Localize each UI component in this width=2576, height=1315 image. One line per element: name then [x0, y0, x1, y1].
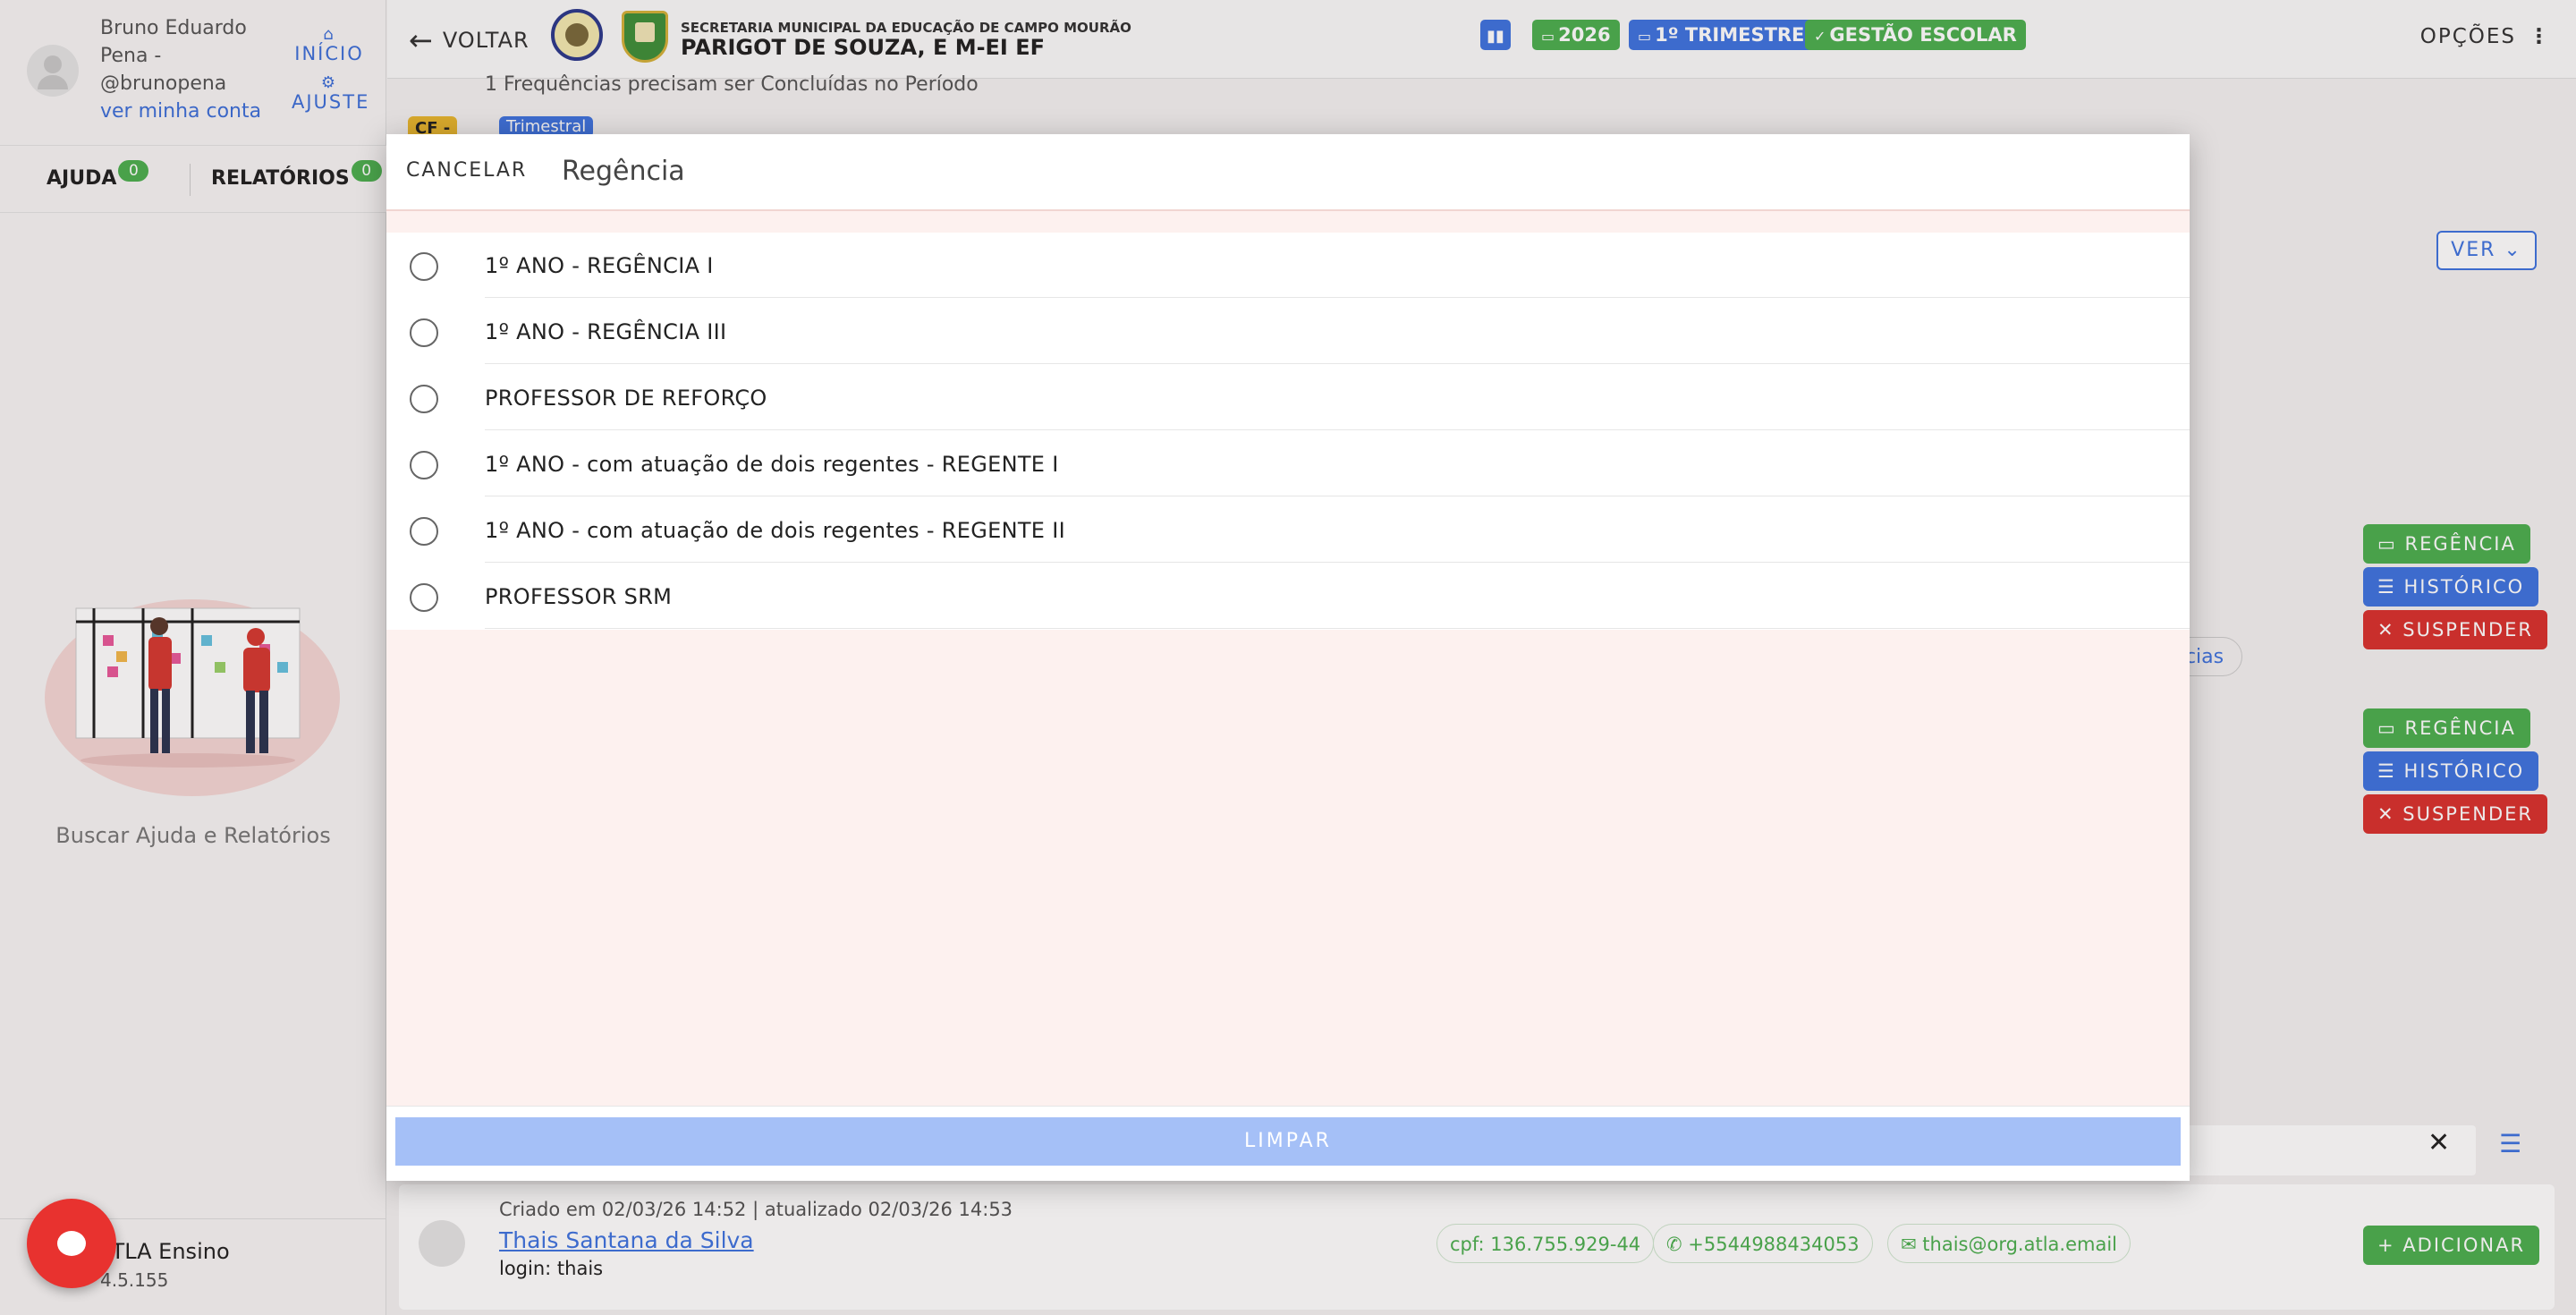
radio-button[interactable] — [410, 451, 438, 479]
radio-button[interactable] — [410, 583, 438, 612]
option-label: 1º ANO - com atuação de dois regentes - … — [485, 431, 2190, 496]
cancel-button[interactable]: CANCELAR — [406, 159, 527, 182]
option-label: 1º ANO - com atuação de dois regentes - … — [485, 497, 2190, 563]
modal-title: Regência — [562, 156, 685, 187]
option-label: 1º ANO - REGÊNCIA I — [485, 233, 2190, 298]
chat-bubble-button[interactable] — [27, 1199, 116, 1288]
option-label: PROFESSOR DE REFORÇO — [485, 365, 2190, 430]
option-item[interactable]: 1º ANO - com atuação de dois regentes - … — [386, 497, 2190, 564]
option-item[interactable]: PROFESSOR SRM — [386, 564, 2190, 630]
radio-button[interactable] — [410, 385, 438, 413]
option-label: 1º ANO - REGÊNCIA III — [485, 299, 2190, 364]
modal-footer: LIMPAR — [386, 1106, 2190, 1181]
option-item[interactable]: 1º ANO - REGÊNCIA III — [386, 299, 2190, 365]
clear-button[interactable]: LIMPAR — [395, 1117, 2181, 1166]
option-list: 1º ANO - REGÊNCIA I 1º ANO - REGÊNCIA II… — [386, 233, 2190, 630]
radio-button[interactable] — [410, 318, 438, 347]
option-item[interactable]: 1º ANO - REGÊNCIA I — [386, 233, 2190, 299]
radio-button[interactable] — [410, 517, 438, 546]
option-item[interactable]: 1º ANO - com atuação de dois regentes - … — [386, 431, 2190, 497]
regencia-modal: CANCELAR Regência 1º ANO - REGÊNCIA I 1º… — [386, 134, 2190, 1181]
radio-button[interactable] — [410, 252, 438, 281]
option-item[interactable]: PROFESSOR DE REFORÇO — [386, 365, 2190, 431]
modal-header: CANCELAR Regência — [386, 134, 2190, 211]
option-label: PROFESSOR SRM — [485, 564, 2190, 629]
